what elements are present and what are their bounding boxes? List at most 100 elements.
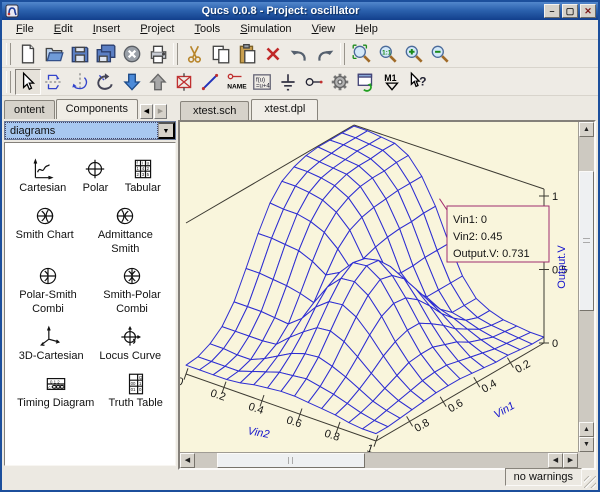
scroll-up2-icon[interactable]: ▲ — [579, 422, 594, 437]
app-icon — [5, 4, 19, 18]
tabular-diagram-icon: fiu142235 — [130, 156, 156, 182]
dock-tab-bar: ontentComponents◀▶ — [4, 98, 176, 119]
polar-diagram-icon — [82, 156, 108, 182]
menu-simulation[interactable]: Simulation — [232, 21, 299, 38]
palette-item-truth-table[interactable]: Q001010Truth Table — [105, 366, 165, 413]
close-button[interactable]: ✕ — [580, 4, 596, 18]
zoom-fit-icon — [351, 43, 373, 65]
palette-item-timing-diagram[interactable]: 0 1 2cTiming Diagram — [14, 366, 97, 413]
rotate-button[interactable] — [93, 69, 119, 95]
scroll-down-icon[interactable]: ▼ — [579, 437, 594, 452]
toolbar-handle[interactable] — [6, 43, 11, 65]
dock-tab-components[interactable]: Components — [56, 99, 138, 119]
rotate-ccw-button[interactable] — [67, 69, 93, 95]
paste-button[interactable] — [234, 41, 260, 67]
vertical-scrollbar[interactable]: ▲ ▲ ▼ — [578, 122, 594, 452]
delete-button[interactable] — [260, 41, 286, 67]
wire-label-button[interactable]: NAME — [223, 69, 249, 95]
palette-item-smith-chart[interactable]: Smith Chart — [13, 198, 77, 259]
toggle-data-display-button[interactable] — [353, 69, 379, 95]
svg-text:1:1: 1:1 — [382, 49, 392, 56]
save-document-button[interactable] — [67, 41, 93, 67]
zoom-one-to-one-button[interactable]: 1:1 — [375, 41, 401, 67]
palette-item-polar[interactable]: Polar — [79, 151, 111, 198]
print-icon — [147, 43, 169, 65]
scroll-up-icon[interactable]: ▲ — [579, 122, 594, 137]
simulate-button[interactable] — [327, 69, 353, 95]
palette-item-label: Smith-Polar Combi — [93, 289, 171, 317]
title-bar[interactable]: Qucs 0.0.8 - Project: oscillator –▢✕ — [2, 2, 598, 20]
menu-project[interactable]: Project — [132, 21, 182, 38]
dock-tab-ontent[interactable]: ontent — [4, 100, 55, 119]
vscroll-track[interactable] — [579, 137, 594, 422]
menu-tools[interactable]: Tools — [187, 21, 229, 38]
go-into-subcircuit-button[interactable] — [119, 69, 145, 95]
palette-item-smith-polar-combi[interactable]: Smith-Polar Combi — [90, 258, 174, 319]
tab-scroll-left-icon[interactable]: ◀ — [140, 104, 153, 119]
whats-this-help-icon: ? — [407, 71, 429, 93]
svg-text:M1: M1 — [384, 72, 396, 82]
set-marker-button[interactable]: M1 — [379, 69, 405, 95]
menu-view[interactable]: View — [304, 21, 344, 38]
menu-file[interactable]: File — [8, 21, 42, 38]
palette-item-tabular[interactable]: fiu142235Tabular — [122, 151, 164, 198]
palette-item-label: Timing Diagram — [17, 397, 94, 411]
palette-item-label: Admittance Smith — [86, 229, 164, 257]
document-tab-xtest.dpl[interactable]: xtest.dpl — [251, 99, 318, 120]
vscroll-thumb[interactable] — [579, 171, 594, 311]
svg-text:0 1 2: 0 1 2 — [50, 379, 60, 384]
open-document-button[interactable] — [41, 41, 67, 67]
new-document-button[interactable] — [15, 41, 41, 67]
insert-port-button[interactable] — [301, 69, 327, 95]
svg-text:0: 0 — [552, 338, 558, 350]
zoom-fit-button[interactable] — [349, 41, 375, 67]
palette-item-3d-cartesian[interactable]: 3D-Cartesian — [16, 319, 87, 366]
combobox-dropdown-icon[interactable]: ▼ — [158, 122, 175, 139]
maximize-button[interactable]: ▢ — [562, 4, 578, 18]
diagram-type-combobox[interactable]: diagrams ▼ — [4, 121, 176, 140]
menu-insert[interactable]: Insert — [85, 21, 129, 38]
marker-box[interactable]: Vin1: 0Vin2: 0.45Output.V: 0.731 — [440, 199, 550, 262]
resize-grip-icon[interactable] — [584, 476, 596, 488]
pop-out-button[interactable] — [145, 69, 171, 95]
menu-edit[interactable]: Edit — [46, 21, 81, 38]
palette-item-locus-curve[interactable]: Locus Curve — [96, 319, 164, 366]
toolbar-separator — [340, 43, 345, 65]
deactivate-button[interactable] — [171, 69, 197, 95]
zoom-out-icon — [429, 43, 451, 65]
toolbar-handle[interactable] — [6, 71, 11, 93]
3d-plot[interactable]: 00.20.40.60.810.20.40.60.800.51Vin2Vin1O… — [180, 122, 572, 452]
zoom-in-button[interactable] — [401, 41, 427, 67]
insert-wire-icon — [199, 71, 221, 93]
save-document-icon — [69, 43, 91, 65]
redo-button[interactable] — [312, 41, 338, 67]
close-document-button[interactable] — [119, 41, 145, 67]
select-pointer-button[interactable] — [15, 69, 41, 95]
delete-icon — [262, 43, 284, 65]
save-all-documents-button[interactable] — [93, 41, 119, 67]
svg-text:=u+4: =u+4 — [256, 83, 270, 89]
set-marker-icon: M1 — [381, 71, 403, 93]
palette-item-admittance-smith[interactable]: Admittance Smith — [83, 198, 167, 259]
mirror-about-x-button[interactable] — [41, 69, 67, 95]
palette-item-label: 3D-Cartesian — [19, 350, 84, 364]
copy-button[interactable] — [208, 41, 234, 67]
print-button[interactable] — [145, 41, 171, 67]
whats-this-help-button[interactable]: ? — [405, 69, 431, 95]
palette-item-polar-smith-combi[interactable]: Polar-Smith Combi — [6, 258, 90, 319]
zoom-out-button[interactable] — [427, 41, 453, 67]
document-tab-xtest.sch[interactable]: xtest.sch — [180, 101, 249, 120]
cut-button[interactable] — [182, 41, 208, 67]
wire-label-icon: NAME — [225, 71, 247, 93]
cut-icon — [184, 43, 206, 65]
undo-button[interactable] — [286, 41, 312, 67]
insert-wire-button[interactable] — [197, 69, 223, 95]
data-display-view: 00.20.40.60.810.20.40.60.800.51Vin2Vin1O… — [178, 120, 596, 470]
palette-item-cartesian[interactable]: Cartesian — [16, 151, 69, 198]
minimize-button[interactable]: – — [544, 4, 560, 18]
insert-equation-button[interactable]: f(u)=u+4 — [249, 69, 275, 95]
status-bar: no warnings — [2, 466, 598, 490]
insert-ground-button[interactable] — [275, 69, 301, 95]
tab-scroll-right-icon[interactable]: ▶ — [154, 104, 167, 119]
menu-help[interactable]: Help — [347, 21, 386, 38]
